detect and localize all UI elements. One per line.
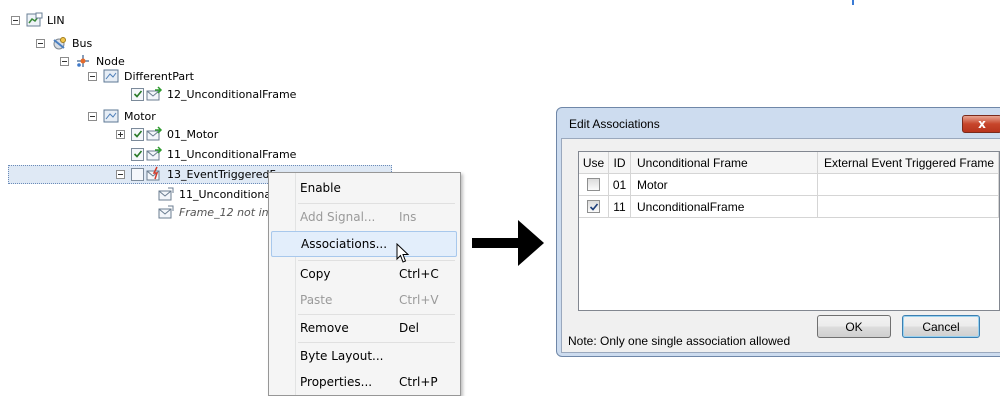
id-cell: 01: [609, 174, 631, 196]
menu-item-paste[interactable]: Paste Ctrl+V: [271, 287, 457, 313]
bus-icon: [53, 37, 66, 50]
enable-checkbox[interactable]: [131, 167, 144, 181]
frame-icon: [146, 126, 163, 141]
enable-checkbox[interactable]: [131, 127, 144, 141]
association-note: Note: Only one single association allowe…: [568, 334, 791, 348]
table-row[interactable]: 11 UnconditionalFrame: [579, 196, 999, 218]
frame-link-icon: [158, 187, 174, 201]
menu-item-properties[interactable]: Properties... Ctrl+P: [271, 369, 457, 395]
collapse-toggle[interactable]: [60, 56, 69, 66]
menu-item-enable[interactable]: Enable: [271, 175, 457, 201]
menu-item-label: Properties...: [300, 375, 373, 389]
column-header-external[interactable]: External Event Triggered Frame: [818, 152, 999, 174]
menu-item-shortcut: Del: [399, 321, 419, 335]
column-header-id[interactable]: ID: [609, 152, 631, 174]
menu-item-label: Paste: [300, 293, 333, 307]
event-frame-icon: [146, 166, 160, 181]
collapse-toggle[interactable]: [88, 111, 97, 121]
tree-node-differentpart[interactable]: DifferentPart: [88, 67, 194, 85]
collapse-toggle[interactable]: [36, 38, 45, 48]
use-checkbox[interactable]: [587, 200, 600, 213]
menu-item-label: Byte Layout...: [300, 349, 384, 363]
frame-cell: UnconditionalFrame: [631, 196, 818, 218]
mouse-pointer-icon: [396, 243, 410, 263]
collapse-toggle[interactable]: [116, 169, 125, 179]
cancel-button[interactable]: Cancel: [902, 315, 980, 338]
id-cell: 11: [609, 196, 631, 218]
collapse-toggle[interactable]: [88, 71, 97, 81]
edit-associations-dialog: Edit Associations x Use ID Unconditional…: [556, 107, 1000, 357]
tree-node-frame-12[interactable]: 12_UnconditionalFrame: [131, 85, 296, 103]
menu-item-shortcut: Ins: [399, 210, 417, 224]
ecu-icon: [103, 109, 119, 123]
ecu-icon: [103, 69, 119, 83]
grid-header-row: Use ID Unconditional Frame External Even…: [579, 152, 999, 174]
tree-node-label: 12_UnconditionalFrame: [167, 87, 297, 101]
tree-node-label: Motor: [124, 109, 156, 123]
expand-toggle[interactable]: [116, 129, 125, 139]
tree-node-motor[interactable]: Motor: [88, 107, 156, 125]
frame-link-icon: [158, 205, 174, 219]
menu-item-shortcut: Ctrl+V: [399, 293, 439, 307]
tree-node-label: LIN: [47, 13, 65, 27]
menu-item-byte-layout[interactable]: Byte Layout...: [271, 343, 457, 369]
tree-node-bus[interactable]: Bus: [36, 34, 92, 52]
enable-checkbox[interactable]: [131, 87, 144, 101]
tree-node-frame-11[interactable]: 11_UnconditionalFrame: [131, 145, 296, 163]
tree-node-frame-12-missing[interactable]: Frame_12 not in: [158, 203, 269, 221]
ok-button[interactable]: OK: [817, 315, 891, 338]
external-cell[interactable]: [818, 174, 999, 196]
close-button[interactable]: x: [962, 115, 1000, 133]
tree-node-lin[interactable]: LIN: [11, 11, 65, 29]
menu-item-add-signal[interactable]: Add Signal... Ins: [271, 204, 457, 230]
menu-item-label: Copy: [300, 267, 331, 281]
tree-node-label: 11_UnconditionalFrame: [167, 147, 297, 161]
menu-item-associations[interactable]: Associations...: [271, 231, 457, 257]
collapse-toggle[interactable]: [11, 15, 20, 25]
context-menu: Enable Add Signal... Ins Associations...…: [268, 172, 461, 396]
menu-item-label: Associations...: [301, 237, 388, 251]
tree-node-label: Node: [96, 54, 125, 68]
menu-item-label: Add Signal...: [300, 210, 376, 224]
network-icon: [26, 12, 43, 27]
use-cell: [579, 174, 609, 196]
menu-item-shortcut: Ctrl+P: [399, 375, 438, 389]
associations-grid: Use ID Unconditional Frame External Even…: [578, 151, 1000, 311]
frame-cell: Motor: [631, 174, 818, 196]
tree-node-label: Bus: [72, 36, 93, 50]
enable-checkbox[interactable]: [131, 147, 144, 161]
menu-item-remove[interactable]: Remove Del: [271, 315, 457, 341]
tree-node-label: 11_Unconditional: [179, 187, 275, 201]
column-header-use[interactable]: Use: [579, 152, 609, 174]
menu-item-shortcut: Ctrl+C: [399, 267, 439, 281]
table-row[interactable]: 01 Motor: [579, 174, 999, 196]
tree-node-label: 01_Motor: [167, 127, 219, 141]
menu-item-label: Remove: [300, 321, 349, 335]
frame-icon: [146, 86, 163, 101]
frame-icon: [146, 146, 163, 161]
tree-node-label: DifferentPart: [124, 69, 194, 83]
column-header-frame[interactable]: Unconditional Frame: [631, 152, 818, 174]
external-cell[interactable]: [818, 196, 999, 218]
dialog-title: Edit Associations: [569, 117, 660, 131]
use-checkbox[interactable]: [587, 178, 600, 191]
tree-node-association-11[interactable]: 11_Unconditional: [158, 185, 274, 203]
dialog-body: Use ID Unconditional Frame External Even…: [561, 138, 1000, 353]
tree-node-frame-01[interactable]: 01_Motor: [116, 125, 218, 143]
right-arrow-icon: [472, 220, 544, 266]
use-cell: [579, 196, 609, 218]
menu-item-copy[interactable]: Copy Ctrl+C: [271, 261, 457, 287]
tree-node-label: Frame_12 not in: [179, 205, 269, 219]
edge-fragment: [852, 0, 854, 5]
menu-item-label: Enable: [300, 181, 341, 195]
